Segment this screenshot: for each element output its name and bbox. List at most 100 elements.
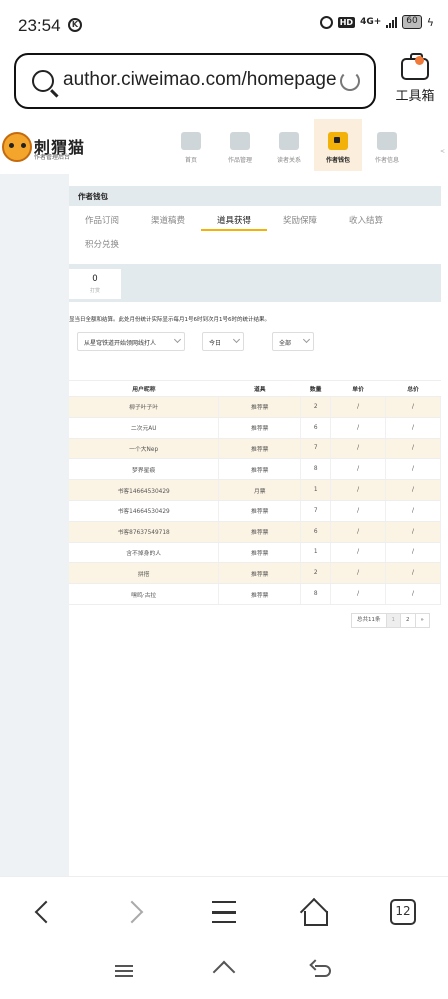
top-nav: 首页 作品管理 读者关系 作者钱包 作者信息	[167, 119, 412, 171]
nav-item-wallet[interactable]: 作者钱包	[314, 119, 362, 171]
tab-props[interactable]: 道具获得	[217, 214, 251, 226]
clock: 23:54	[18, 16, 61, 35]
nav-label: 作者信息	[374, 157, 399, 164]
stat-value: 0	[92, 274, 98, 284]
table-row: 书客14664530429 推荐票 7//	[69, 500, 441, 522]
table-cell: /	[330, 500, 387, 522]
table-cell: 推荐票	[218, 500, 302, 522]
nav-scroll-indicator[interactable]: <	[440, 148, 445, 155]
tab-settlement[interactable]: 收入结算	[349, 214, 383, 226]
table-cell: 书客87637549718	[69, 521, 220, 543]
table-cell: /	[385, 500, 441, 522]
period-select[interactable]: 今日	[202, 332, 244, 351]
table-cell: 推荐票	[218, 396, 302, 418]
next-page-button[interactable]: »	[414, 613, 430, 628]
nav-label: 首页	[184, 157, 197, 164]
recent-apps-icon[interactable]	[115, 965, 133, 977]
toolbox-button[interactable]: 工具箱	[390, 53, 440, 104]
table-cell: 推荐票	[218, 542, 302, 564]
table-cell: 二次元AU	[69, 417, 220, 439]
forward-icon[interactable]	[118, 895, 158, 931]
address-bar[interactable]: author.ciweimao.com/homepage	[14, 53, 376, 109]
table-cell: 1	[300, 479, 332, 501]
table-cell: 1	[300, 542, 332, 564]
nav-item-readers[interactable]: 读者关系	[265, 119, 313, 171]
table-cell: 一个大Nep	[69, 438, 220, 460]
page-button-2[interactable]: 2	[400, 613, 416, 628]
table-cell: 2	[300, 562, 332, 585]
tab-subscription[interactable]: 作品订阅	[85, 214, 119, 226]
page-button-1[interactable]: 1	[385, 613, 401, 628]
book-icon	[230, 132, 250, 150]
table-cell: /	[385, 458, 441, 481]
system-back-icon[interactable]	[315, 965, 331, 977]
logo-subtitle: 作者管理后台	[34, 154, 71, 161]
back-icon[interactable]	[28, 895, 68, 931]
table-cell: /	[385, 562, 441, 585]
sidebar	[0, 174, 69, 876]
book-select[interactable]: 从星穹铁道开始领网线打人	[77, 332, 185, 351]
k-app-icon: K	[68, 18, 82, 32]
tab-channel-fees[interactable]: 渠道稿费	[151, 214, 185, 226]
search-icon	[32, 70, 54, 92]
table-cell: 梦界星痕	[69, 458, 220, 481]
table-cell: 8	[300, 583, 332, 605]
table-row: 书客14664530429 月票 1//	[69, 479, 441, 501]
table-row: 嘿鸣·古拉 推荐票 8//	[69, 583, 441, 605]
alarm-icon	[319, 15, 333, 29]
nav-label: 读者关系	[276, 157, 301, 164]
toolbox-icon	[401, 53, 429, 80]
table-cell: 2	[300, 396, 332, 418]
charging-icon: ϟ	[426, 15, 434, 29]
signal-icon	[386, 16, 398, 28]
table-cell: /	[330, 542, 387, 564]
status-icons: HD 4G+ 60 ϟ	[319, 15, 434, 29]
table-cell: 7	[300, 438, 332, 460]
col-header: 用户昵称	[69, 380, 219, 397]
tab-rewards[interactable]: 奖励保障	[283, 214, 317, 226]
table-cell: 嘿鸣·古拉	[69, 583, 220, 605]
home-icon	[181, 132, 201, 150]
table-row: 拼搭 推荐票 2//	[69, 562, 441, 585]
table-cell: /	[330, 438, 387, 460]
table-cell: /	[385, 417, 441, 439]
table-cell: 推荐票	[218, 583, 302, 605]
menu-icon[interactable]	[212, 901, 236, 923]
section-title: 作者钱包	[69, 186, 441, 206]
type-select[interactable]: 全部	[272, 332, 314, 351]
main-content: 作者钱包 作品订阅 渠道稿费 道具获得 奖励保障 收入结算 积分兑换 0 打赏 …	[69, 174, 448, 876]
system-home-icon[interactable]	[212, 960, 236, 984]
reload-icon[interactable]	[340, 71, 360, 91]
table-row: 一个大Nep 推荐票 7//	[69, 438, 441, 460]
period-select-value: 今日	[209, 340, 222, 347]
table-cell: 柳子叶子叶	[69, 396, 220, 418]
table-cell: 月票	[218, 479, 302, 501]
chevron-down-icon	[232, 335, 241, 344]
site-header: 刺猬猫 作者管理后台 首页 作品管理 读者关系 作者钱包 作者信息 <	[0, 118, 448, 174]
table-cell: 推荐票	[218, 438, 302, 460]
tab-points[interactable]: 积分兑换	[85, 238, 119, 250]
stats-panel: 0 打赏	[69, 264, 441, 302]
table-cell: /	[330, 458, 387, 481]
stats-note: 显当日全额和结算。此处月份统计实际显示每月1号6时到次月1号6时的统计结果。	[69, 317, 270, 323]
book-select-value: 从星穹铁道开始领网线打人	[84, 340, 157, 347]
col-header: 总价	[385, 380, 441, 397]
status-bar: 23:54 K HD 4G+ 60 ϟ	[0, 0, 448, 50]
table-cell: 推荐票	[218, 417, 302, 439]
table-cell: 推荐票	[218, 521, 302, 543]
table-cell: /	[385, 542, 441, 564]
nav-label: 作品管理	[227, 157, 252, 164]
nav-item-works[interactable]: 作品管理	[216, 119, 264, 171]
url-text[interactable]: author.ciweimao.com/homepage	[63, 69, 337, 91]
nav-item-author-info[interactable]: 作者信息	[363, 119, 411, 171]
table-cell: 7	[300, 500, 332, 522]
system-nav-bar	[0, 948, 448, 999]
table-cell: /	[385, 438, 441, 460]
nav-item-home[interactable]: 首页	[167, 119, 215, 171]
tabs-count-button[interactable]: 12	[390, 899, 416, 925]
cat-logo-icon[interactable]	[2, 132, 32, 162]
home-icon[interactable]	[297, 895, 337, 931]
table-cell: /	[330, 583, 387, 605]
type-select-value: 全部	[279, 340, 292, 347]
table-row: 二次元AU 推荐票 6//	[69, 417, 441, 439]
